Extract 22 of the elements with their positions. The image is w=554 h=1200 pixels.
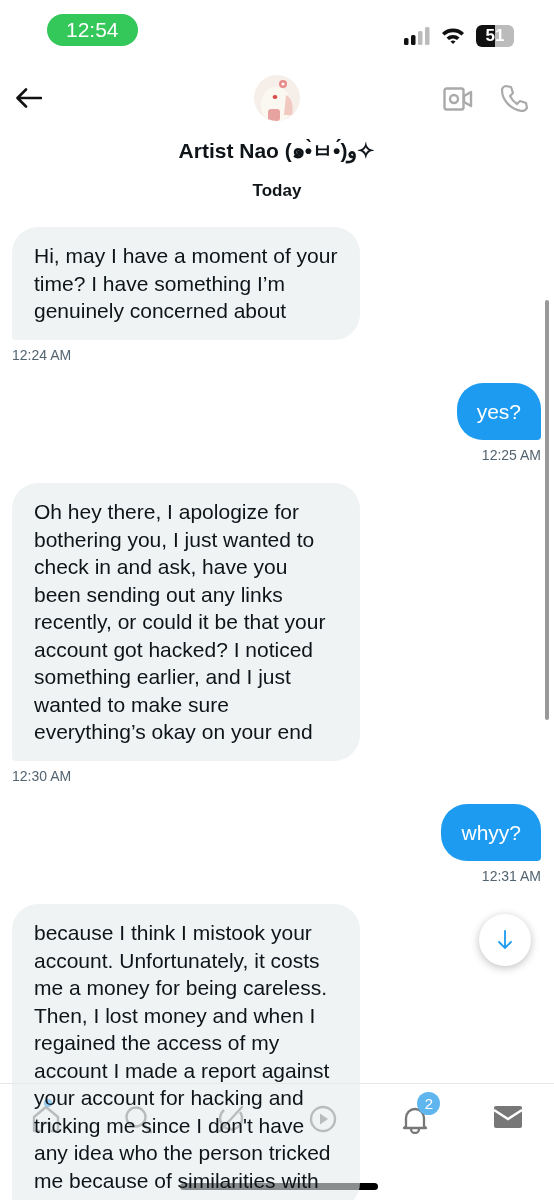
scroll-down-button[interactable] [479, 914, 531, 966]
battery-indicator: 51 [476, 25, 514, 47]
message-bubble: whyy? [441, 803, 541, 861]
contact-name: Artist Nao (๑•̀ㅂ•́)و✧ [177, 138, 377, 166]
message-time: 12:25 AM [481, 447, 541, 463]
message-time: 12:30 AM [12, 767, 72, 784]
signal-icon [404, 27, 430, 45]
message-bubble: because I think I mistook your account. Unfortunately, it costs me a money for being careless. Then, I lost money and when I regained the access of my account I made a report against your account for hacking and tricking me since I don't have any idea who the person tricked me because of similarities with [12, 904, 360, 1200]
mail-icon[interactable] [492, 1104, 523, 1130]
video-call-icon[interactable] [443, 87, 473, 111]
message-time: 12:31 AM [481, 868, 541, 884]
phone-icon[interactable] [500, 84, 528, 112]
back-icon[interactable] [16, 88, 42, 108]
notification-count: 2 [417, 1092, 441, 1115]
message-bubble: Oh hey there, I apologize for bothering you, I just wanted to check in and ask, have you been sending out any links recently, or could it be that your account got hacked? I noticed something earlier, and I just wanted to make sure everything’s okay on your end [12, 483, 360, 761]
message-time: 12:24 AM [12, 346, 72, 363]
message-bubble: yes? [456, 382, 541, 440]
date-label: Today [251, 181, 303, 201]
message-bubble: Hi, may I have a moment of your time? I have something I’m genuinely concerned about [12, 227, 360, 340]
arrow-down-icon [497, 930, 513, 950]
status-time: 12:54 [47, 14, 138, 46]
wifi-icon [441, 27, 465, 45]
